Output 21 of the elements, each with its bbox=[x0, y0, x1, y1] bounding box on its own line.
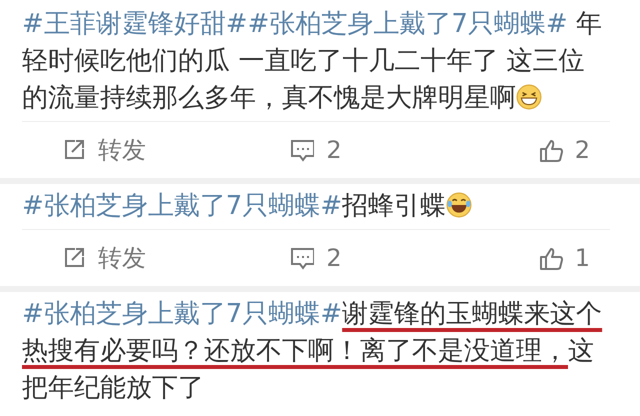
thumbs-up-icon bbox=[538, 138, 563, 162]
hashtag-link[interactable]: #张柏芝身上戴了7只蝴蝶# bbox=[248, 9, 568, 39]
hashtag-link[interactable]: #王菲谢霆锋好甜# bbox=[22, 9, 248, 39]
share-icon bbox=[62, 138, 86, 162]
hashtag-link[interactable]: #张柏芝身上戴了7只蝴蝶# bbox=[22, 191, 342, 221]
like-count[interactable]: 2 bbox=[574, 136, 590, 164]
thumbs-up-icon bbox=[538, 246, 563, 270]
post-text: #王菲谢霆锋好甜##张柏芝身上戴了7只蝴蝶# 年轻时候吃他们的瓜 一直吃了十几二十年了 这三位的流量持续那么多年，真不愧是大牌明星啊 bbox=[22, 8, 603, 115]
repost-button[interactable]: 转发 bbox=[98, 242, 146, 274]
comment-icon bbox=[290, 246, 314, 270]
laughing-emoji-icon bbox=[446, 192, 472, 218]
comment-count[interactable]: 2 bbox=[326, 244, 342, 272]
post-text: #张柏芝身上戴了7只蝴蝶#谢霆锋的玉蝴蝶来这个热搜有必要吗？还放不下啊！离了不是没道理，这把年纪能放下了 bbox=[22, 298, 604, 405]
comment-icon bbox=[290, 138, 314, 162]
hashtag-link[interactable]: #张柏芝身上戴了7只蝴蝶# bbox=[22, 299, 342, 329]
comment-count[interactable]: 2 bbox=[326, 136, 342, 164]
grin-emoji-icon bbox=[516, 84, 542, 110]
repost-button[interactable]: 转发 bbox=[98, 134, 146, 166]
like-count[interactable]: 1 bbox=[574, 244, 590, 272]
share-icon bbox=[62, 246, 86, 270]
post-text: #张柏芝身上戴了7只蝴蝶#招蜂引蝶 bbox=[22, 184, 610, 225]
